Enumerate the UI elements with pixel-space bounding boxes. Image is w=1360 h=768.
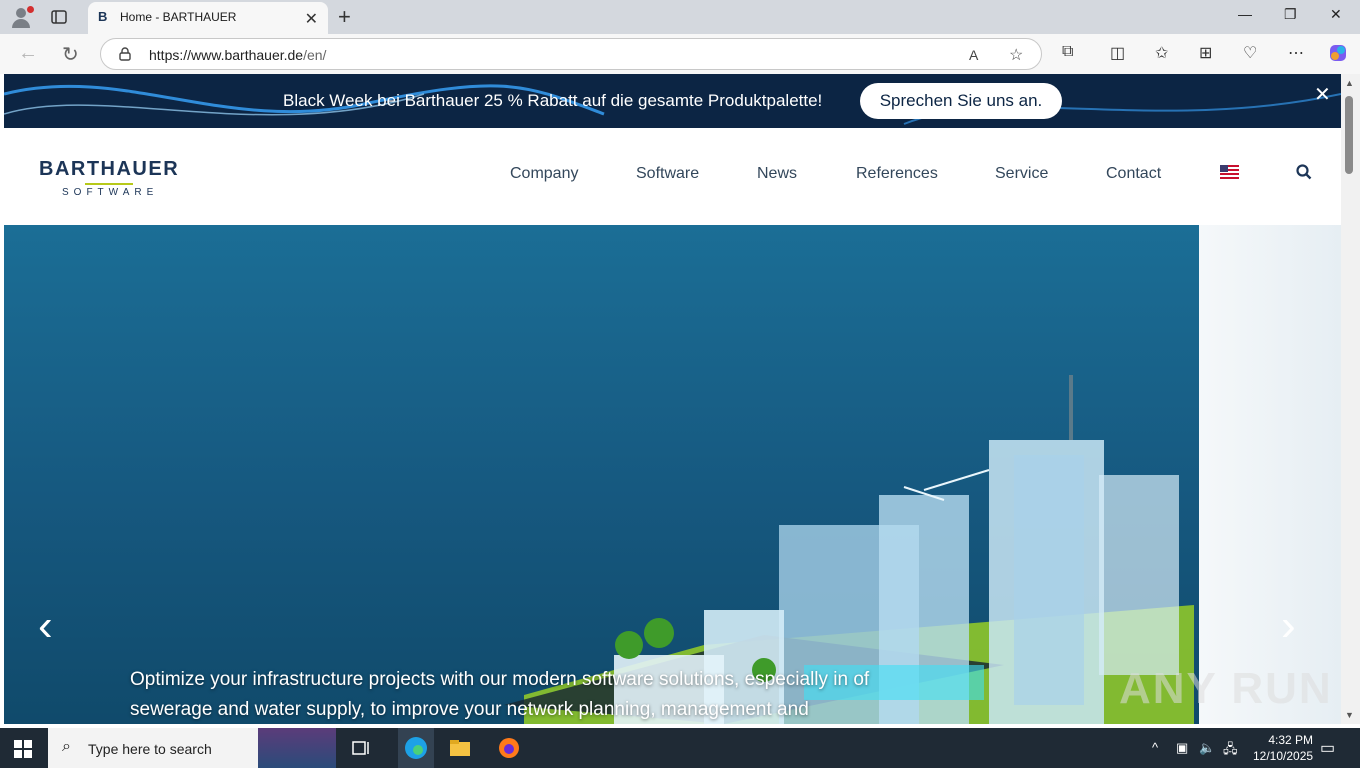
site-logo[interactable]: BARTHAUER SOFTWARE — [39, 158, 189, 198]
split-screen-icon[interactable]: ◫ — [1110, 43, 1125, 63]
tab-favicon: B — [98, 9, 108, 24]
scroll-up-icon[interactable]: ▲ — [1345, 78, 1354, 88]
settings-more-icon[interactable]: ⋯ — [1288, 43, 1304, 63]
page-scrollbar[interactable]: ▲ ▼ — [1341, 74, 1360, 724]
task-view-icon[interactable] — [350, 736, 374, 760]
taskbar-search-icon: ⌕ — [62, 738, 71, 755]
file-explorer-icon[interactable] — [448, 736, 472, 760]
promo-close-icon[interactable]: ✕ — [1314, 82, 1331, 107]
restore-icon[interactable]: ❐ — [1284, 6, 1297, 23]
taskbar-search-box[interactable]: ⌕ Type here to search — [48, 728, 336, 768]
browser-essentials-icon[interactable]: ♡ — [1243, 43, 1257, 63]
slider-next-icon[interactable]: › — [1281, 601, 1296, 651]
address-bar[interactable]: https://www.barthauer.de/en/ A ☆ — [100, 38, 1042, 70]
nav-references[interactable]: References — [856, 165, 938, 183]
hero-city-illustration — [504, 375, 1194, 724]
browser-tab-bar: B Home - BARTHAUER ✕ + — ❐ ✕ — [0, 0, 1360, 34]
hero-side-panel: › — [1199, 225, 1341, 724]
address-toolbar: ← ↻ https://www.barthauer.de/en/ A ☆ ⧉ ◫… — [0, 34, 1360, 74]
clock-date: 12/10/2025 — [1253, 749, 1314, 763]
new-tab-icon[interactable]: + — [338, 4, 351, 30]
read-aloud-icon[interactable]: A — [969, 47, 978, 63]
search-icon[interactable] — [1296, 164, 1312, 180]
nav-service[interactable]: Service — [995, 165, 1048, 183]
nav-news[interactable]: News — [757, 165, 797, 183]
slider-prev-icon[interactable]: ‹ — [38, 601, 53, 651]
favorite-star-icon[interactable]: ☆ — [1009, 45, 1023, 65]
promo-text: Black Week bei Barthauer 25 % Rabatt auf… — [283, 91, 823, 110]
collections-icon[interactable]: ⊞ — [1199, 43, 1212, 63]
edge-taskbar-icon[interactable] — [398, 728, 434, 768]
volume-icon[interactable]: 🔈 — [1199, 740, 1215, 756]
clock-time: 4:32 PM — [1268, 733, 1314, 747]
site-header: BARTHAUER SOFTWARE Company Software News… — [4, 128, 1341, 225]
favorites-icon[interactable]: ✩ — [1155, 43, 1168, 63]
logo-subtitle: SOFTWARE — [62, 187, 159, 198]
anyrun-watermark: ANY RUN — [1119, 664, 1333, 713]
window-close-icon[interactable]: ✕ — [1330, 6, 1342, 23]
back-icon[interactable]: ← — [18, 42, 38, 65]
start-windows-icon[interactable] — [14, 740, 32, 758]
url-text[interactable]: https://www.barthauer.de/en/ — [149, 47, 326, 63]
promo-cta-button[interactable]: Sprechen Sie uns an. — [860, 83, 1062, 119]
windows-taskbar: ⌕ Type here to search ^ ▣ 🔈 🖧 4:32 PM 12… — [0, 728, 1360, 768]
search-highlight-art — [258, 728, 336, 768]
hero-caption: Optimize your infrastructure projects wi… — [130, 669, 870, 720]
taskbar-clock[interactable]: 4:32 PM 12/10/2025 — [1253, 732, 1313, 764]
profile-avatar-icon[interactable] — [8, 5, 34, 29]
copilot-icon[interactable] — [1328, 43, 1348, 68]
page-viewport: Black Week bei Barthauer 25 % Rabatt auf… — [4, 74, 1341, 724]
tab-title: Home - BARTHAUER — [120, 10, 237, 24]
tab-actions-icon[interactable] — [50, 8, 68, 26]
language-flag-icon[interactable] — [1220, 165, 1239, 179]
site-info-lock-icon[interactable] — [119, 47, 131, 61]
logo-name: BARTHAUER — [39, 158, 180, 180]
hero-slider: ‹ Optimize your infrastructure projects … — [4, 225, 1199, 724]
promo-banner: Black Week bei Barthauer 25 % Rabatt auf… — [4, 74, 1341, 128]
tab-close-icon[interactable]: ✕ — [305, 9, 318, 29]
nav-company[interactable]: Company — [510, 165, 578, 183]
browser-tab-active[interactable]: B Home - BARTHAUER ✕ — [88, 2, 328, 34]
tray-chevron-icon[interactable]: ^ — [1152, 740, 1158, 755]
extensions-icon[interactable]: ⧉ — [1062, 43, 1073, 61]
logo-underline — [85, 183, 133, 185]
nav-software[interactable]: Software — [636, 165, 699, 183]
taskbar-search-placeholder: Type here to search — [88, 741, 212, 757]
notifications-icon[interactable]: ▭ — [1320, 738, 1335, 758]
scroll-down-icon[interactable]: ▼ — [1345, 710, 1354, 720]
minimize-icon[interactable]: — — [1238, 6, 1252, 22]
scrollbar-thumb[interactable] — [1345, 96, 1353, 174]
nav-contact[interactable]: Contact — [1106, 165, 1161, 183]
refresh-icon[interactable]: ↻ — [62, 42, 79, 67]
firefox-icon[interactable] — [497, 736, 521, 760]
meet-now-icon[interactable]: ▣ — [1176, 740, 1188, 756]
network-icon[interactable]: 🖧 — [1223, 740, 1238, 762]
